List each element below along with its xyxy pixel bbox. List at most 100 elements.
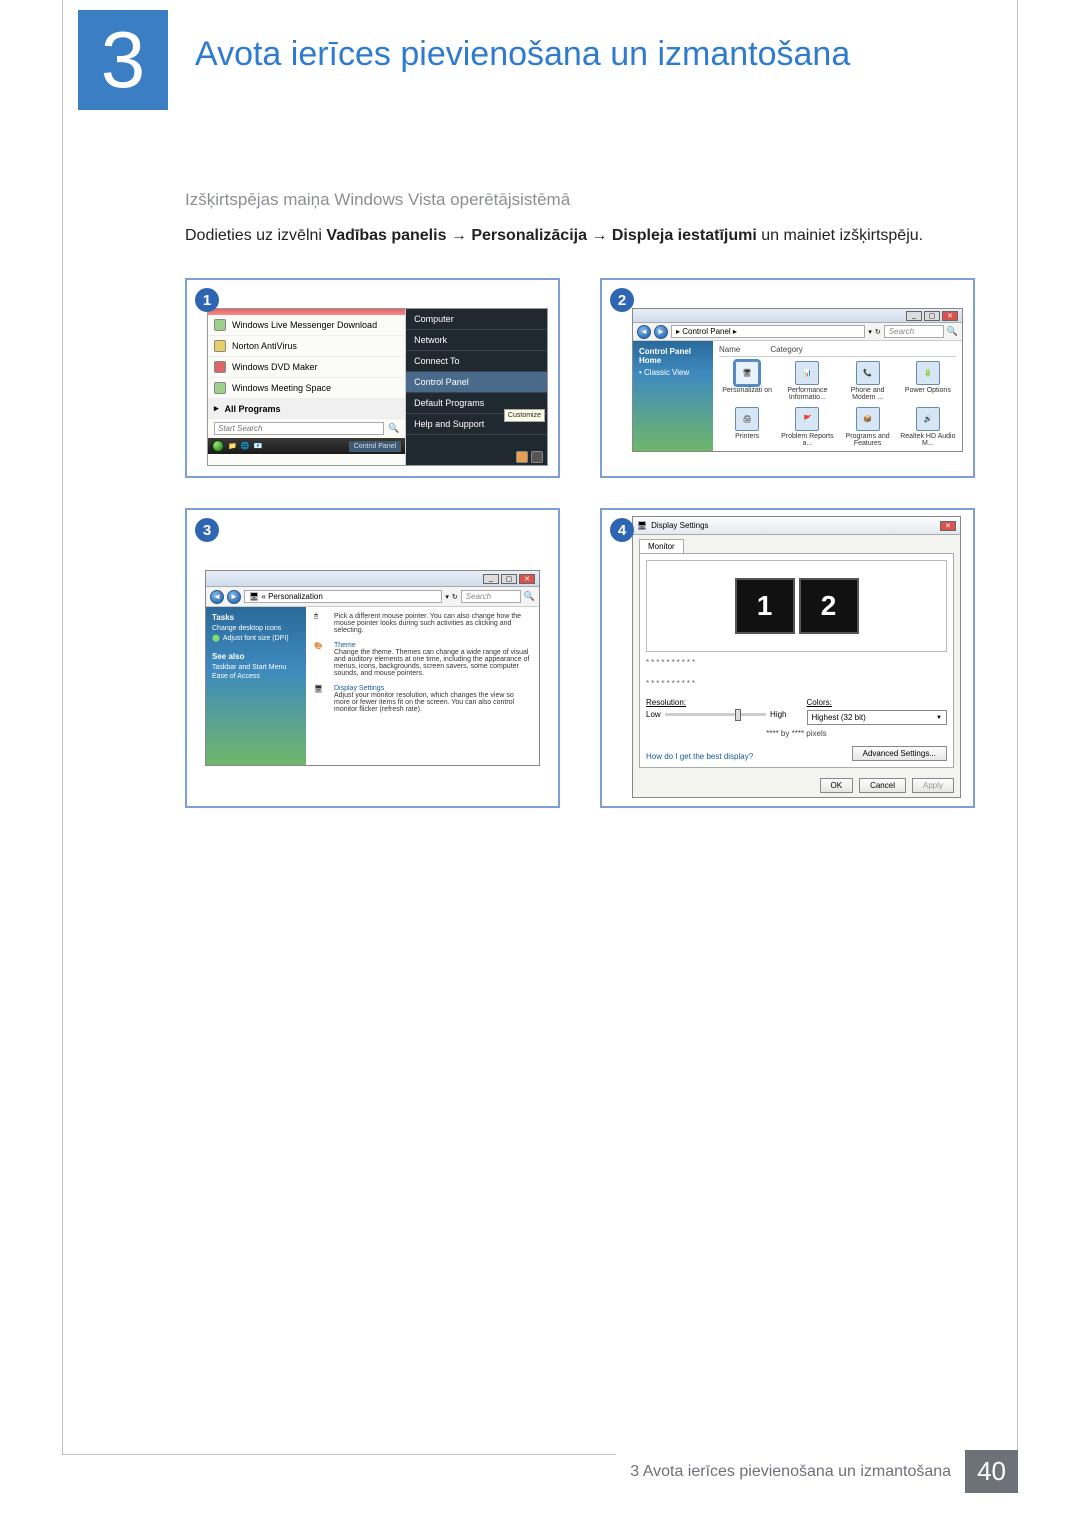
apply-button[interactable]: Apply [912, 778, 954, 793]
cp-item[interactable]: 📞Phone and Modem ... [840, 361, 896, 401]
start-orb-icon[interactable] [212, 440, 224, 452]
start-search[interactable]: 🔍 [208, 419, 405, 438]
advanced-settings-button[interactable]: Advanced Settings... [852, 746, 947, 761]
tab-strip: Monitor [633, 535, 960, 553]
search-icon: 🔍 [388, 423, 399, 434]
sidebar-see-also-item[interactable]: Taskbar and Start Menu [212, 664, 300, 671]
monitor-preview[interactable]: 1 2 [646, 560, 947, 652]
colors-label: Colors: [807, 698, 948, 707]
search-box[interactable]: Search [884, 325, 944, 338]
content-area: Izšķirtspējas maiņa Windows Vista operēt… [185, 190, 975, 808]
forward-button[interactable]: ► [654, 325, 668, 339]
tab-monitor[interactable]: Monitor [639, 539, 684, 553]
sidebar-see-also-item[interactable]: Ease of Access [212, 673, 300, 680]
panel-number: 3 [195, 518, 219, 542]
ok-button[interactable]: OK [820, 778, 854, 793]
subheading: Izšķirtspējas maiņa Windows Vista operēt… [185, 190, 975, 210]
sidebar-task-item[interactable]: Change desktop icons [212, 625, 300, 632]
control-panel-items: Name Category 🖥Personalizati on 📊Perform… [713, 341, 962, 451]
display-settings-link[interactable]: Display Settings [334, 685, 531, 692]
placeholder-text: ********** [646, 658, 947, 667]
sidebar: Control Panel Home • Classic View [633, 341, 713, 451]
nav-bar: ◄ ► ▸ Control Panel ▸ ▾ ↻ Search 🔍 [633, 323, 962, 341]
start-menu-item[interactable]: Windows Live Messenger Download [208, 315, 405, 336]
sidebar-task-item[interactable]: ⬤Adjust font size (DPI) [212, 634, 300, 642]
panel-number: 2 [610, 288, 634, 312]
theme-link[interactable]: Theme [334, 642, 531, 649]
window-titlebar: _ ▢ ✕ [633, 309, 962, 323]
start-menu-left: Windows Live Messenger Download Norton A… [208, 309, 406, 465]
sidebar-tasks-header: Tasks [212, 613, 300, 622]
instruction-text: Dodieties uz izvēlni Vadības panelis → P… [185, 224, 975, 248]
maximize-button[interactable]: ▢ [501, 574, 517, 584]
placeholder-text: ********** [646, 679, 947, 688]
search-box[interactable]: Search [461, 590, 521, 603]
sidebar-see-also-header: See also [212, 652, 300, 661]
close-button[interactable]: ✕ [519, 574, 535, 584]
display-icon: 🖥 [314, 685, 328, 699]
dialog-titlebar: 🖥Display Settings ✕ [633, 517, 960, 535]
cp-item[interactable]: 📊Performance Informatio... [779, 361, 835, 401]
start-menu-right: Computer Network Connect To Control Pane… [406, 309, 547, 465]
display-settings-text: Adjust your monitor resolution, which ch… [334, 692, 531, 713]
taskbar[interactable]: 📁 🌐 📧 Control Panel [208, 438, 405, 454]
close-button[interactable]: ✕ [942, 311, 958, 321]
search-icon[interactable]: 🔍 [524, 591, 535, 602]
start-menu-link[interactable]: Network [406, 330, 547, 351]
window-titlebar: _ ▢ ✕ [206, 571, 539, 587]
start-menu-link[interactable]: Computer [406, 309, 547, 330]
mouse-pointer-text: Pick a different mouse pointer. You can … [334, 613, 531, 634]
mouse-icon: 🖱 [314, 613, 328, 627]
power-icon[interactable] [531, 451, 543, 463]
resolution-slider[interactable]: Low High [646, 710, 787, 719]
personalization-main: 🖱 Pick a different mouse pointer. You ca… [306, 607, 539, 765]
monitor-2[interactable]: 2 [799, 578, 859, 634]
back-button[interactable]: ◄ [637, 325, 651, 339]
search-input[interactable] [214, 422, 384, 435]
cp-item[interactable]: 🔊Realtek HD Audio M... [900, 407, 956, 447]
theme-icon: 🎨 [314, 642, 328, 656]
address-bar[interactable]: 🖥 « Personalization [244, 590, 442, 603]
nav-bar: ◄ ► 🖥 « Personalization ▾ ↻ Search 🔍 [206, 587, 539, 607]
monitor-1[interactable]: 1 [735, 578, 795, 634]
help-link[interactable]: How do I get the best display? [646, 752, 753, 761]
start-menu-item[interactable]: Windows DVD Maker [208, 357, 405, 378]
chevron-down-icon: ▼ [936, 715, 942, 721]
start-menu-link-control-panel[interactable]: Control Panel [406, 372, 547, 393]
forward-button[interactable]: ► [227, 590, 241, 604]
column-name[interactable]: Name [719, 345, 740, 354]
minimize-button[interactable]: _ [906, 311, 922, 321]
display-settings-dialog: 🖥Display Settings ✕ Monitor 1 2 ********… [632, 516, 961, 798]
cancel-button[interactable]: Cancel [859, 778, 906, 793]
taskbar-button[interactable]: Control Panel [349, 441, 401, 452]
search-icon[interactable]: 🔍 [947, 326, 958, 337]
all-programs[interactable]: ▸All Programs [208, 399, 405, 419]
footer-text: 3 Avota ierīces pievienošana un izmantoš… [616, 1450, 965, 1493]
cp-item[interactable]: 🖨Printers [719, 407, 775, 447]
start-menu-item[interactable]: Norton AntiVirus [208, 336, 405, 357]
start-menu-link[interactable]: Connect To [406, 351, 547, 372]
column-category[interactable]: Category [770, 345, 802, 354]
page-footer: 3 Avota ierīces pievienošana un izmantoš… [616, 1450, 1018, 1493]
chapter-number-box: 3 [78, 10, 168, 110]
screenshot-panel-3: 3 _ ▢ ✕ ◄ ► 🖥 « Personalization ▾ ↻ Sear… [185, 508, 560, 808]
cp-item[interactable]: 🔋Power Options [900, 361, 956, 401]
sidebar: Tasks Change desktop icons ⬤Adjust font … [206, 607, 306, 765]
sidebar-home[interactable]: Control Panel Home [639, 347, 707, 365]
close-button[interactable]: ✕ [940, 521, 956, 531]
resolution-readout: **** by **** pixels [646, 729, 947, 738]
lock-icon[interactable] [516, 451, 528, 463]
cp-item-personalization[interactable]: 🖥Personalizati on [719, 361, 775, 401]
panels-grid: 1 Windows Live Messenger Download Norton… [185, 278, 975, 808]
cp-item[interactable]: 🚩Problem Reports a... [779, 407, 835, 447]
maximize-button[interactable]: ▢ [924, 311, 940, 321]
sidebar-classic-view[interactable]: • Classic View [639, 368, 707, 377]
cp-item[interactable]: 📦Programs and Features [840, 407, 896, 447]
back-button[interactable]: ◄ [210, 590, 224, 604]
slider-thumb[interactable] [735, 709, 741, 721]
chapter-title: Avota ierīces pievienošana un izmantošan… [195, 35, 850, 74]
address-bar[interactable]: ▸ Control Panel ▸ [671, 325, 865, 338]
minimize-button[interactable]: _ [483, 574, 499, 584]
colors-dropdown[interactable]: Highest (32 bit) ▼ [807, 710, 948, 725]
start-menu-item[interactable]: Windows Meeting Space [208, 378, 405, 399]
